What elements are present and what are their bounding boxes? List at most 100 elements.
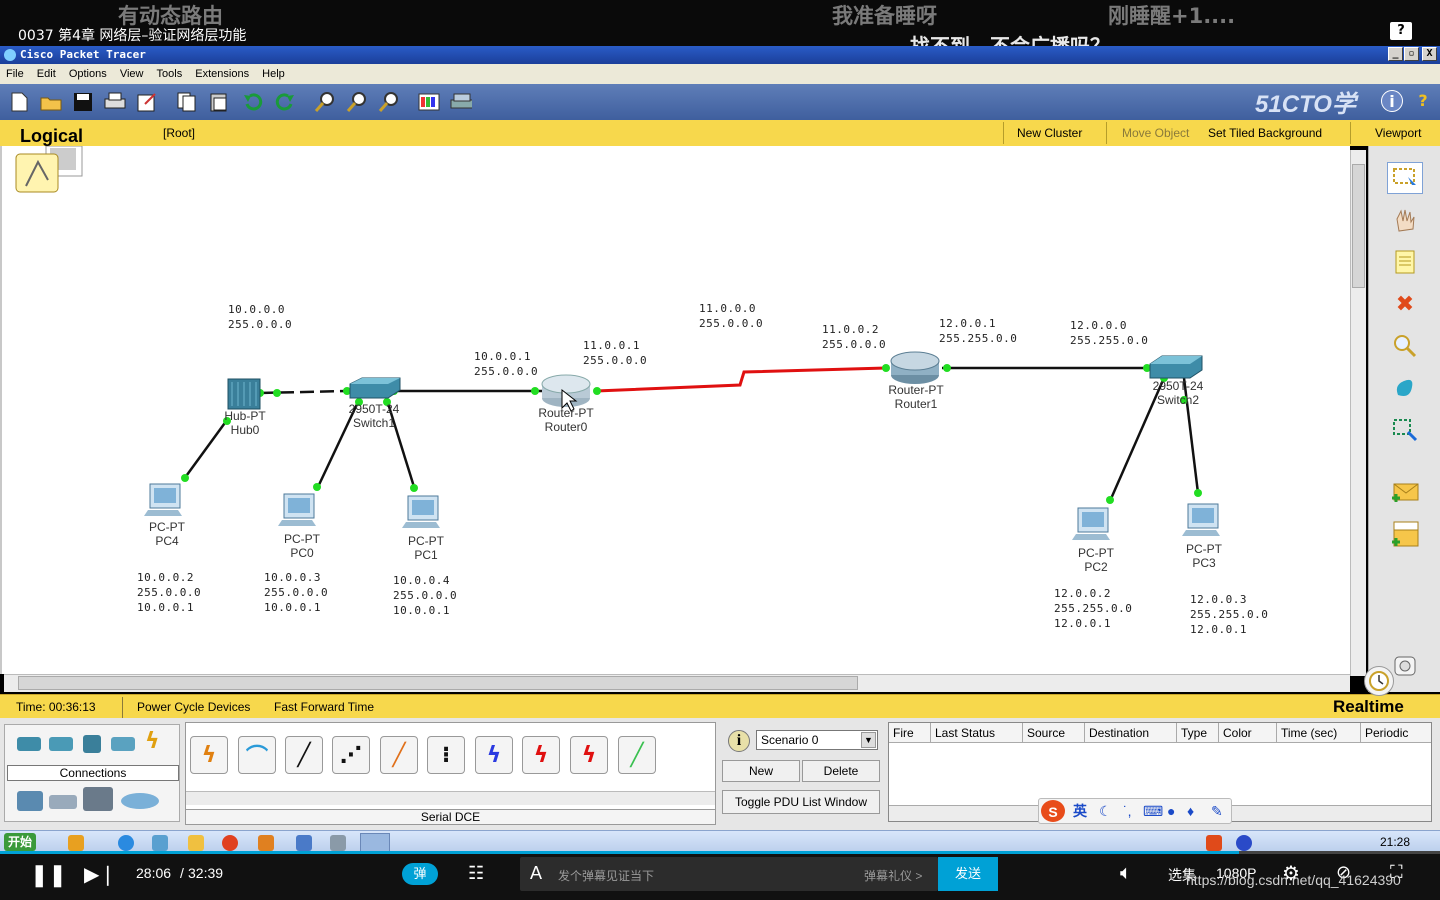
text-format-icon[interactable]: A [530,863,542,884]
help-icon[interactable]: ? [1390,22,1412,40]
scenario-info-icon[interactable]: i [728,730,750,752]
note-pc3-ip[interactable]: 12.0.0.3 255.255.0.0 12.0.0.1 [1190,592,1268,637]
tray-icon[interactable] [1206,835,1222,851]
router1-icon[interactable] [890,351,940,384]
hub0-icon[interactable] [227,378,261,410]
serial-dte-icon[interactable]: ϟ [570,736,608,774]
hubs-category-icon[interactable] [83,735,101,753]
packet-tracer-task[interactable] [360,833,390,853]
copper-cross-over-icon[interactable]: ⋰ [332,736,370,774]
navigation-icon[interactable] [15,146,83,193]
explorer-icon[interactable] [188,835,204,851]
wan-emulation-category-icon[interactable] [49,795,77,809]
inspect-icon[interactable] [1387,330,1423,362]
realtime-mode-label[interactable]: Realtime [1333,697,1404,717]
note-router0-serial[interactable]: 11.0.0.1 255.0.0.0 [583,338,647,368]
open-icon[interactable] [40,91,62,113]
vertical-scrollbar[interactable] [1350,150,1366,676]
redo-icon[interactable] [274,91,296,113]
multiuser-category-icon[interactable] [121,793,159,809]
menu-help[interactable]: Help [262,68,285,80]
copper-straight-through-icon[interactable]: ╱ [285,736,323,774]
column-header[interactable]: Periodic [1361,723,1431,743]
pc1-icon[interactable] [402,495,440,528]
viewport-button[interactable]: Viewport [1375,126,1421,140]
custom-device-icon[interactable] [450,91,472,113]
column-header[interactable]: Last Status [931,723,1023,743]
next-icon[interactable]: ▶❘ [84,862,116,887]
minimize-button[interactable]: _ [1388,47,1403,61]
scenario-select[interactable]: Scenario 0 ▼ [756,730,878,750]
scroll-thumb[interactable] [18,676,858,690]
move-object-button[interactable]: Move Object [1122,126,1189,140]
menu-edit[interactable]: Edit [37,68,56,80]
taskbar-app-icon[interactable] [296,835,312,851]
delete-icon[interactable]: ✖ [1387,288,1423,320]
delete-scenario-button[interactable]: Delete [802,760,880,782]
ie-icon[interactable] [118,835,134,851]
settings-icon[interactable]: ✎ [1211,799,1223,823]
column-header[interactable]: Type [1177,723,1219,743]
note-network-12[interactable]: 12.0.0.0 255.255.0.0 [1070,318,1148,348]
help-icon[interactable]: ? [1412,90,1434,112]
chevron-down-icon[interactable]: ▼ [861,732,876,748]
set-tiled-background-button[interactable]: Set Tiled Background [1208,126,1322,140]
close-button[interactable]: X [1422,47,1437,61]
zoom-reset-icon[interactable] [346,91,368,113]
tray-icon[interactable] [1236,835,1252,851]
skin-icon[interactable]: ♦ [1187,799,1194,823]
end-devices-category-icon[interactable] [17,791,43,811]
console-cable-icon[interactable]: ⌒ [238,736,276,774]
custom-devices-category-icon[interactable] [83,787,113,811]
coaxial-icon[interactable]: ϟ [475,736,513,774]
pc4-icon[interactable] [144,483,182,516]
move-layout-icon[interactable] [1387,204,1423,236]
note-router1-eth[interactable]: 12.0.0.1 255.255.0.0 [939,316,1017,346]
wireless-category-icon[interactable] [111,737,135,751]
danmaku-toggle[interactable]: 弹 [402,863,438,885]
pc2-icon[interactable] [1072,507,1110,540]
user-icon[interactable]: ● [1167,799,1175,823]
menu-tools[interactable]: Tools [157,68,183,80]
sogou-ime-icon[interactable]: S [1041,800,1065,822]
keyboard-icon[interactable]: ⌨ [1143,799,1163,823]
menu-file[interactable]: File [6,68,24,80]
logical-workspace[interactable]: Hub-PT Hub0 2950T-24 Switch1 Router-PT Rout… [0,146,1350,674]
note-router1-serial[interactable]: 11.0.0.2 255.0.0.0 [822,322,886,352]
link-hub0-pc4[interactable] [182,419,229,480]
note-pc1-ip[interactable]: 10.0.0.4 255.0.0.0 10.0.0.1 [393,573,457,618]
undo-icon[interactable] [242,91,264,113]
taskbar-app-icon[interactable] [152,835,168,851]
note-router0-eth[interactable]: 10.0.0.1 255.0.0.0 [474,349,538,379]
moon-icon[interactable]: ☾ [1099,799,1112,823]
new-cluster-button[interactable]: New Cluster [1017,126,1082,140]
menu-view[interactable]: View [120,68,144,80]
serial-dce-icon[interactable]: ϟ [522,736,560,774]
resize-shape-icon[interactable] [1387,414,1423,446]
danmaku-input[interactable]: A 发个弹幕见证当下 弹幕礼仪 > [520,857,938,891]
new-icon[interactable] [8,91,30,113]
menu-extensions[interactable]: Extensions [195,68,249,80]
info-icon[interactable]: i [1381,90,1403,112]
column-header[interactable]: Source [1023,723,1085,743]
note-pc2-ip[interactable]: 12.0.0.2 255.255.0.0 12.0.0.1 [1054,586,1132,631]
taskbar-app-icon[interactable] [330,835,346,851]
switch1-icon[interactable] [349,377,401,399]
note-network-10[interactable]: 10.0.0.0 255.0.0.0 [228,302,292,332]
connections-category-icon[interactable]: ϟ [145,729,160,754]
save-icon[interactable] [72,91,94,113]
menu-options[interactable]: Options [69,68,107,80]
note-pc4-ip[interactable]: 10.0.0.2 255.0.0.0 10.0.0.1 [137,570,201,615]
note-pc0-ip[interactable]: 10.0.0.3 255.0.0.0 10.0.0.1 [264,570,328,615]
start-button[interactable]: 开始 [4,833,37,851]
octal-cable-icon[interactable]: ╱ [618,736,656,774]
chrome-icon[interactable] [222,835,238,851]
punctuation-icon[interactable]: ˙, [1123,799,1132,823]
zoom-out-icon[interactable] [378,91,400,113]
logical-tab[interactable]: Logical [20,126,83,147]
automatic-connection-icon[interactable]: ϟ [190,736,228,774]
draw-shape-icon[interactable] [1387,372,1423,404]
danmaku-settings-icon[interactable]: ☷ [468,863,484,884]
link-router0-router1[interactable] [595,366,887,393]
copy-icon[interactable] [176,91,198,113]
